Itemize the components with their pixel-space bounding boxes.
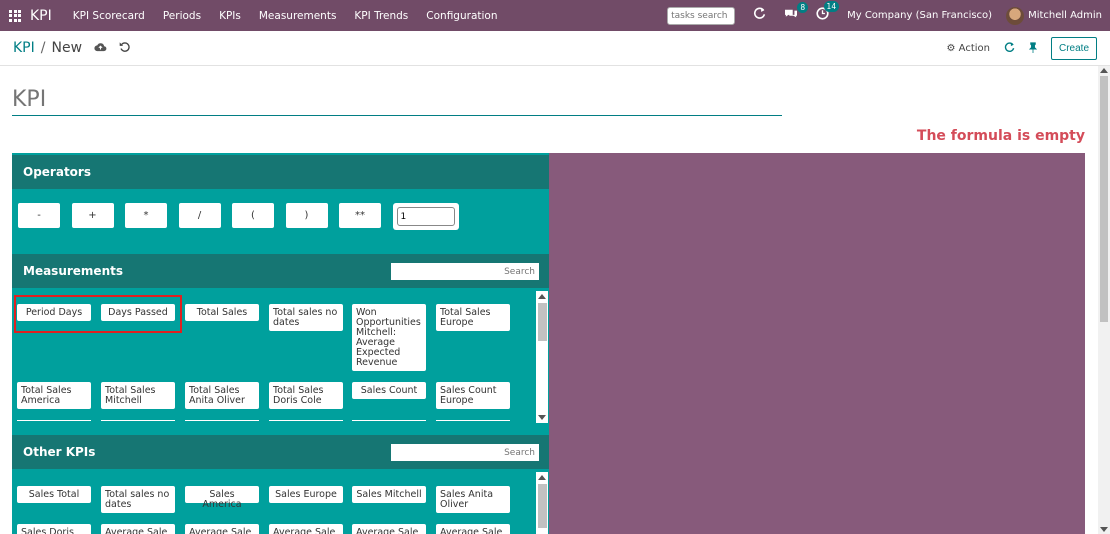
refresh-icon[interactable] [1004,41,1015,56]
measurements-title: Measurements [23,264,123,278]
menu-measurements[interactable]: Measurements [259,10,337,22]
kpi-average-sale[interactable]: Average Sale [185,524,259,534]
scrollbar-thumb[interactable] [538,303,547,341]
kpi-average-sale[interactable]: Average Sale [352,524,426,534]
partial-card [101,420,175,421]
kpi-sales-total[interactable]: Sales Total [17,486,91,503]
other-kpis-scrollbar[interactable] [536,472,548,534]
menu-kpi-trends[interactable]: KPI Trends [354,10,408,22]
partial-card [352,420,426,421]
kpi-sales-mitchell[interactable]: Sales Mitchell [352,486,426,503]
operator-divide-button[interactable]: / [178,203,221,228]
operator-close-paren-button[interactable]: ) [285,203,328,228]
activities-badge: 14 [823,1,840,12]
scrollbar-thumb[interactable] [538,484,547,528]
breadcrumb-current: New [51,40,83,56]
measurement-total-sales-anita-oliver[interactable]: Total Sales Anita Oliver [185,382,259,409]
app-brand[interactable]: KPI [30,8,52,24]
action-label: Action [958,43,990,54]
operators-row: - + * / ( ) ** [18,203,459,230]
measurement-sales-count-europe[interactable]: Sales Count Europe [436,382,510,409]
kpi-average-sale[interactable]: Average Sale [101,524,175,534]
scroll-up-arrow-icon[interactable] [1100,68,1108,73]
company-switcher[interactable]: My Company (San Francisco) [847,10,992,21]
measurement-total-sales-no-dates[interactable]: Total sales no dates [269,304,343,331]
formula-preview-panel [549,153,1085,534]
kpi-total-sales-no-dates[interactable]: Total sales no dates [101,486,175,513]
formula-builder-panel: Operators - + * / ( ) ** Measurements Pe… [12,153,549,534]
partial-card [269,420,343,421]
measurement-won-opportunities[interactable]: Won Opportunities Mitchell: Average Expe… [352,304,426,371]
messages-badge: 8 [797,1,809,13]
kpi-average-sale[interactable]: Average Sale [269,524,343,534]
partial-card [436,420,510,421]
operator-power-button[interactable]: ** [339,203,381,228]
menu-kpis[interactable]: KPIs [219,10,241,22]
discard-undo-icon[interactable] [119,41,130,55]
menu-periods[interactable]: Periods [163,10,201,22]
formula-error-message: The formula is empty [916,128,1085,144]
measurement-total-sales-america[interactable]: Total Sales America [17,382,91,409]
operator-open-paren-button[interactable]: ( [232,203,274,228]
scroll-down-arrow-icon[interactable] [538,415,546,420]
scroll-up-arrow-icon[interactable] [538,294,546,299]
menu-configuration[interactable]: Configuration [426,10,497,22]
activities-icon[interactable]: 14 [816,1,840,24]
measurement-total-sales-europe[interactable]: Total Sales Europe [436,304,510,331]
measurements-scrollbar[interactable] [536,291,548,423]
operators-header: Operators [12,155,549,189]
number-operand-input[interactable] [396,207,455,226]
scrollbar-thumb[interactable] [1100,76,1108,322]
messages-icon[interactable]: 8 [784,1,809,24]
create-button[interactable]: Create [1050,37,1097,60]
kpi-sales-anita-oliver[interactable]: Sales Anita Oliver [436,486,510,513]
tasks-search-input[interactable] [667,6,736,25]
top-navbar: KPI KPI Scorecard Periods KPIs Measureme… [0,0,1110,31]
partial-card [17,420,91,421]
operator-multiply-button[interactable]: * [125,203,167,228]
kpi-sales-europe[interactable]: Sales Europe [269,486,343,503]
measurement-total-sales-mitchell[interactable]: Total Sales Mitchell [101,382,175,409]
other-kpis-search-input[interactable] [391,444,539,461]
operators-title: Operators [23,165,91,179]
measurement-sales-count[interactable]: Sales Count [352,382,426,399]
apps-menu-icon[interactable] [9,9,21,22]
gear-icon: ⚙ [946,43,956,54]
breadcrumb-separator: / [40,40,46,56]
kpi-sales-doris[interactable]: Sales Doris [17,524,91,534]
highlight-annotation [14,295,182,333]
partial-card [185,420,259,421]
scroll-down-arrow-icon[interactable] [1100,527,1108,532]
kpi-average-sale[interactable]: Average Sale [436,524,510,534]
kpi-sales-america[interactable]: Sales America [185,486,259,510]
measurement-total-sales-doris-cole[interactable]: Total Sales Doris Cole [269,382,343,409]
refresh-icon[interactable] [753,7,766,24]
operator-plus-button[interactable]: + [71,203,114,228]
measurements-header: Measurements [12,254,549,288]
control-panel: KPI / New ⚙ Action Create [0,31,1110,66]
other-kpis-title: Other KPIs [23,445,96,459]
avatar[interactable] [1006,6,1025,25]
kpi-name-input[interactable] [12,84,782,116]
measurements-search-input[interactable] [391,263,539,280]
menu-kpi-scorecard[interactable]: KPI Scorecard [73,10,145,22]
breadcrumb-kpi[interactable]: KPI [13,40,35,56]
number-operand-box [392,203,459,230]
pin-icon[interactable] [1028,41,1038,56]
other-kpis-header: Other KPIs [12,435,549,469]
scroll-up-arrow-icon[interactable] [538,475,546,480]
page-scrollbar[interactable] [1098,66,1110,534]
measurement-total-sales[interactable]: Total Sales [185,304,259,321]
operator-minus-button[interactable]: - [18,203,60,228]
action-menu-button[interactable]: ⚙ Action [947,43,990,54]
save-cloud-icon[interactable] [94,41,107,55]
other-kpis-list: Sales Total Total sales no dates Sales A… [12,472,536,534]
user-menu[interactable]: Mitchell Admin [1028,10,1102,21]
